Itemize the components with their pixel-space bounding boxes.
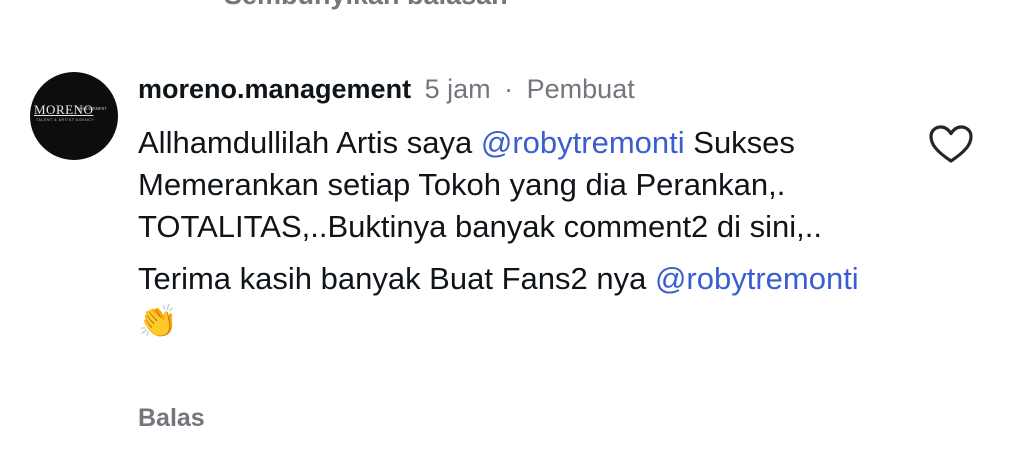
mention-link[interactable]: @robytremonti — [481, 125, 685, 160]
clapping-hands-emoji: 👏 — [138, 303, 178, 339]
author-badge: Pembuat — [526, 74, 635, 104]
comment-paragraph-2: Terima kasih banyak Buat Fans2 nya @roby… — [138, 258, 898, 343]
comment-header: moreno.management 5 jam · Pembuat — [138, 72, 635, 106]
avatar[interactable]: MORENO MANAGEMENT TALENT & ARTIST AGENCY — [30, 72, 118, 160]
reply-button[interactable]: Balas — [138, 404, 205, 433]
heart-outline-icon[interactable] — [928, 124, 974, 164]
comment-page: Sembunyikan balasan MORENO MANAGEMENT TA… — [0, 0, 1024, 464]
moreno-logo: MORENO MANAGEMENT TALENT & ARTIST AGENCY — [34, 102, 114, 130]
mention-link[interactable]: @robytremonti — [655, 261, 859, 296]
comment-body: Allhamdullilah Artis saya @robytremonti … — [138, 122, 898, 343]
meta-separator: · — [504, 74, 514, 104]
comment-paragraph-1: Allhamdullilah Artis saya @robytremonti … — [138, 122, 898, 248]
comment-time: 5 jam — [424, 74, 491, 104]
logo-tagline: TALENT & ARTIST AGENCY — [36, 118, 95, 122]
comment-text: Terima kasih banyak Buat Fans2 nya — [138, 261, 655, 296]
comment-text: Allhamdullilah Artis saya — [138, 125, 481, 160]
logo-sub-text: MANAGEMENT — [78, 106, 107, 111]
username[interactable]: moreno.management — [138, 74, 411, 104]
hide-replies-link[interactable]: Sembunyikan balasan — [224, 0, 508, 11]
